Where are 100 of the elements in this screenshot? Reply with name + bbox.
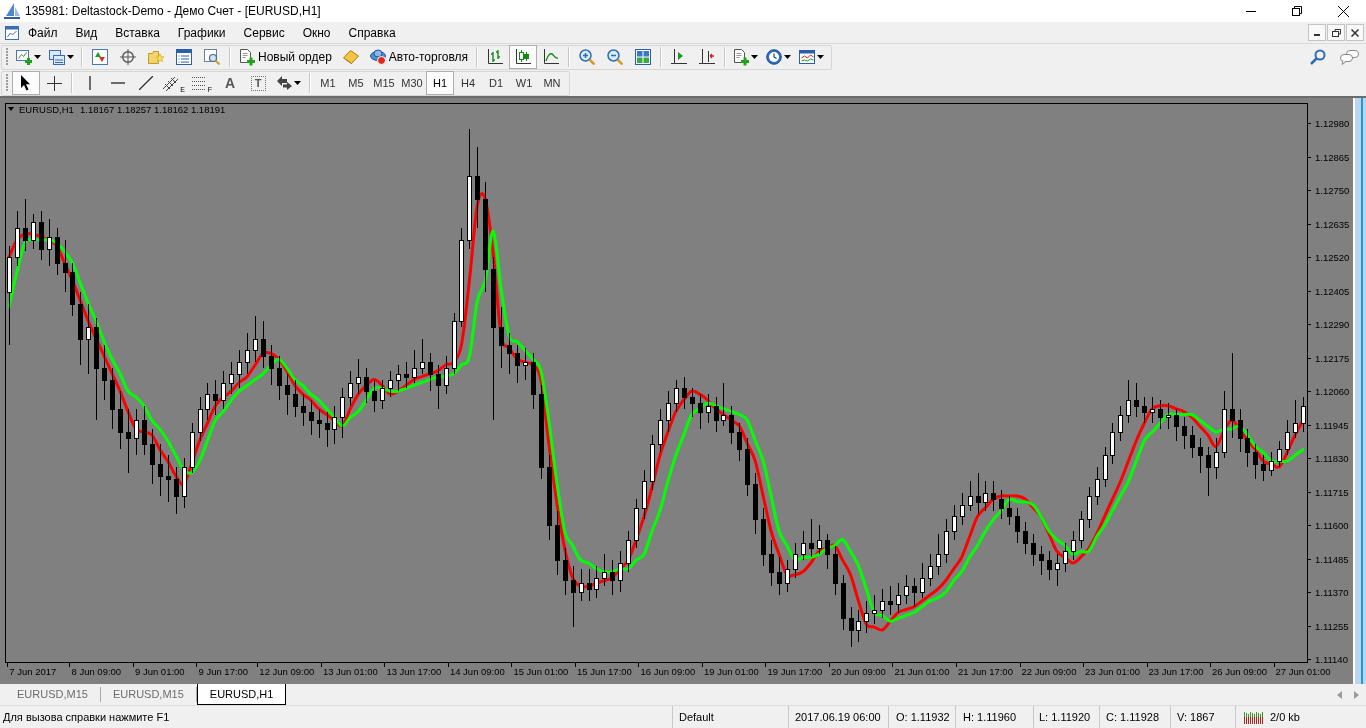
candlestick: [745, 437, 750, 497]
price-axis-label: 1.11140: [1315, 654, 1348, 665]
stacked-windows-icon[interactable]: [49, 49, 65, 65]
menu-item[interactable]: Сервис: [234, 22, 294, 43]
chart-window-lines-icon[interactable]: [799, 50, 816, 64]
new-order-button[interactable]: Новый ордер: [234, 45, 337, 69]
candlestick: [833, 545, 838, 596]
timeframe-button[interactable]: MN: [538, 71, 566, 95]
timeframe-button[interactable]: M15: [370, 71, 398, 95]
close-icon[interactable]: [1337, 5, 1349, 17]
time-axis-label: 9 Jun 01:00: [135, 666, 185, 677]
caret-icon[interactable]: [784, 55, 792, 59]
timeframe-button[interactable]: H1: [426, 71, 454, 95]
document-plus-icon[interactable]: [733, 48, 750, 66]
candlestick: [856, 609, 861, 643]
timeframe-button[interactable]: H4: [454, 71, 482, 95]
close-icon[interactable]: [1351, 28, 1359, 37]
zoom-in-icon[interactable]: [579, 49, 596, 65]
arrows-icon[interactable]: [277, 76, 292, 90]
line-chart-icon[interactable]: [543, 49, 560, 65]
timeframe-button[interactable]: M5: [342, 71, 370, 95]
document-plus-icon[interactable]: [239, 48, 255, 66]
price-axis-label: 1.11255: [1315, 621, 1349, 632]
dropdown-triangle-icon[interactable]: [8, 107, 14, 111]
dotted-lines-icon[interactable]: [191, 76, 206, 90]
timeframe-button[interactable]: M1: [314, 71, 342, 95]
caret-icon[interactable]: [34, 55, 41, 59]
menu-item[interactable]: Графики: [168, 22, 235, 43]
candlestick: [920, 562, 925, 599]
cursor-tool-button[interactable]: [12, 71, 40, 95]
mdi-minimize-button[interactable]: [1308, 24, 1326, 41]
chart-tab[interactable]: EURUSD,H1: [196, 684, 287, 705]
caret-icon[interactable]: [294, 81, 301, 85]
text-label-tool-button[interactable]: T: [250, 75, 266, 91]
candlestick: [1293, 399, 1298, 439]
folder-star-icon[interactable]: [148, 49, 164, 65]
chart-plus-icon[interactable]: [16, 49, 32, 65]
axes-arrow-icon[interactable]: [699, 49, 716, 65]
mdi-close-button[interactable]: [1346, 24, 1364, 41]
time-axis-label: 21 Jun 01:00: [894, 666, 950, 677]
candlestick: [1238, 408, 1243, 453]
clock-icon[interactable]: [766, 49, 783, 65]
candlestick: [1182, 416, 1187, 450]
diagonal-line-icon[interactable]: [139, 76, 153, 90]
menu-item[interactable]: Вид: [66, 22, 107, 43]
timeframe-button[interactable]: D1: [482, 71, 510, 95]
chart-window-icon[interactable]: [5, 25, 19, 40]
timeframe-button[interactable]: M30: [398, 71, 426, 95]
cap-badge-icon[interactable]: [369, 49, 386, 65]
menu-item[interactable]: Файл: [19, 22, 67, 43]
status-help-text: Для вызова справки нажмите F1: [3, 709, 170, 725]
text-tool-button[interactable]: A: [216, 71, 244, 95]
minimize-icon[interactable]: [1246, 10, 1256, 12]
time-axis-label: 16 Jun 09:00: [640, 666, 696, 677]
timeframe-button[interactable]: W1: [510, 71, 538, 95]
axes-triangle-icon[interactable]: [671, 49, 688, 65]
status-volume: V: 1867: [1177, 709, 1215, 725]
hatched-channel-icon[interactable]: [163, 75, 179, 91]
candlestick: [142, 405, 147, 456]
cursor-icon[interactable]: [21, 75, 31, 91]
candlestick: [793, 542, 798, 579]
menu-item[interactable]: Вставка: [106, 22, 169, 43]
time-axis-label: 15 Jun 01:00: [513, 666, 569, 677]
candlestick: [126, 408, 131, 474]
restore-icon[interactable]: [1292, 6, 1302, 16]
diamond-icon[interactable]: [342, 50, 359, 64]
candlestick: [634, 498, 639, 549]
up-down-arrows-icon[interactable]: [92, 49, 108, 65]
window-magnifier-icon[interactable]: [204, 49, 220, 65]
chart-tab[interactable]: EURUSD,M15: [100, 687, 197, 702]
candlestick-icon[interactable]: [515, 49, 532, 65]
candlestick: [682, 376, 687, 410]
candlestick: [70, 262, 75, 317]
autotrading-button[interactable]: Авто-торговля: [364, 45, 474, 69]
candlestick: [952, 504, 957, 541]
crosshair-icon[interactable]: [46, 75, 62, 91]
menu-item[interactable]: Справка: [339, 22, 405, 43]
tiled-windows-icon[interactable]: [635, 49, 652, 65]
candlestick: [571, 565, 576, 628]
caret-icon[interactable]: [751, 55, 759, 59]
menu-item[interactable]: Окно: [293, 22, 340, 43]
time-axis-label: 19 Jun 01:00: [703, 666, 759, 677]
price-axis-label: 1.11370: [1315, 587, 1349, 598]
time-axis-label: 23 Jun 17:00: [1148, 666, 1204, 677]
price-axis-label: 1.12750: [1315, 185, 1350, 196]
list-window-icon[interactable]: [176, 49, 192, 65]
crosshair-circle-icon[interactable]: [120, 49, 136, 65]
candlestick: [1047, 550, 1052, 581]
status-datetime: 2017.06.19 06:00: [795, 709, 881, 725]
caret-icon[interactable]: [817, 55, 825, 59]
chart-tab[interactable]: EURUSD,M15: [5, 687, 101, 702]
caret-icon[interactable]: [67, 55, 74, 59]
zoom-out-icon[interactable]: [607, 49, 624, 65]
candlestick: [420, 338, 425, 375]
bar-chart-icon[interactable]: [487, 49, 504, 65]
candlestick: [55, 227, 60, 276]
candlestick: [1245, 428, 1250, 468]
chart-type-button[interactable]: [509, 45, 538, 69]
restore-icon[interactable]: [1331, 28, 1341, 37]
mdi-restore-button[interactable]: [1327, 24, 1345, 41]
